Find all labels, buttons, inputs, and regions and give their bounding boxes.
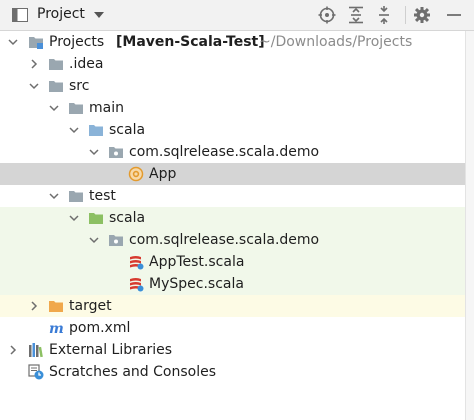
folder-icon	[49, 81, 63, 92]
project-tree: Projects [Maven-Scala-Test] ~/Downloads/…	[0, 31, 474, 420]
chevron-down-icon[interactable]	[88, 146, 100, 158]
root-path: ~/Downloads/Projects	[259, 34, 413, 50]
chevron-right-icon[interactable]	[28, 58, 40, 70]
chevron-down-icon[interactable]	[48, 102, 60, 114]
folder-icon	[69, 103, 83, 114]
tree-row-idea[interactable]: .idea	[0, 53, 465, 75]
tree-row-test[interactable]: test	[0, 185, 465, 207]
locate-icon[interactable]	[318, 6, 336, 24]
app-label: App	[149, 166, 177, 182]
tree-row-root[interactable]: Projects [Maven-Scala-Test] ~/Downloads/…	[0, 31, 465, 53]
chevron-down-icon[interactable]	[68, 212, 80, 224]
svg-text:m: m	[49, 321, 64, 336]
expand-all-icon[interactable]	[347, 6, 365, 24]
tree-row-test-scala[interactable]: scala	[0, 207, 465, 229]
tree-row-external-libraries[interactable]: External Libraries	[0, 339, 465, 361]
excluded-folder-icon	[49, 301, 63, 312]
tree-row-test-package[interactable]: com.sqlrelease.scala.demo	[0, 229, 465, 251]
myspec-label: MySpec.scala	[149, 276, 244, 292]
hide-icon[interactable]	[445, 6, 463, 24]
tree-row-myspec[interactable]: MySpec.scala	[0, 273, 465, 295]
tree-row-main-scala[interactable]: scala	[0, 119, 465, 141]
project-module-icon	[29, 37, 43, 49]
chevron-down-icon[interactable]	[7, 36, 19, 48]
package-icon	[109, 235, 123, 246]
test-scala-label: scala	[109, 210, 146, 226]
tree-row-app[interactable]: App	[0, 163, 465, 185]
apptest-label: AppTest.scala	[149, 254, 245, 270]
scala-object-icon	[128, 166, 144, 182]
test-folder-icon	[89, 213, 103, 224]
target-label: target	[69, 298, 112, 314]
scratches-icon	[28, 364, 44, 380]
test-package-label: com.sqlrelease.scala.demo	[129, 232, 320, 248]
root-name: Projects	[49, 34, 105, 50]
source-folder-icon	[89, 125, 103, 136]
folder-icon	[69, 191, 83, 202]
chevron-right-icon[interactable]	[7, 344, 19, 356]
library-icon	[29, 343, 43, 358]
external-libraries-label: External Libraries	[49, 342, 172, 358]
chevron-down-icon[interactable]	[48, 190, 60, 202]
chevron-down-icon[interactable]	[68, 124, 80, 136]
main-label: main	[89, 100, 124, 116]
tree-row-scratches[interactable]: Scratches and Consoles	[0, 361, 465, 383]
maven-icon: m	[49, 321, 64, 336]
vertical-scrollbar[interactable]	[465, 31, 474, 420]
tree-row-target[interactable]: target	[0, 295, 465, 317]
chevron-down-icon[interactable]	[28, 80, 40, 92]
main-package-label: com.sqlrelease.scala.demo	[129, 144, 320, 160]
collapse-all-icon[interactable]	[375, 6, 393, 24]
scala-test-file-icon	[130, 256, 144, 270]
tree-row-main[interactable]: main	[0, 97, 465, 119]
scala-test-file-icon	[130, 278, 144, 292]
project-toolbar: Project	[0, 0, 474, 31]
src-label: src	[69, 78, 90, 94]
folder-icon	[49, 59, 63, 70]
gear-icon[interactable]	[413, 6, 431, 24]
tree-row-apptest[interactable]: AppTest.scala	[0, 251, 465, 273]
package-icon	[109, 147, 123, 158]
chevron-down-icon[interactable]	[93, 10, 105, 20]
tree-row-main-package[interactable]: com.sqlrelease.scala.demo	[0, 141, 465, 163]
project-view-title[interactable]: Project	[37, 6, 85, 22]
test-label: test	[89, 188, 116, 204]
tree-row-pom[interactable]: m pom.xml	[0, 317, 465, 339]
tree-row-src[interactable]: src	[0, 75, 465, 97]
main-scala-label: scala	[109, 122, 146, 138]
idea-label: .idea	[69, 56, 104, 72]
root-project-name: [Maven-Scala-Test]	[116, 34, 265, 50]
chevron-right-icon[interactable]	[28, 300, 40, 312]
chevron-down-icon[interactable]	[88, 234, 100, 246]
project-window-icon	[12, 8, 28, 22]
scratches-label: Scratches and Consoles	[49, 364, 216, 380]
pom-label: pom.xml	[69, 320, 131, 336]
toolbar-separator	[405, 6, 406, 24]
